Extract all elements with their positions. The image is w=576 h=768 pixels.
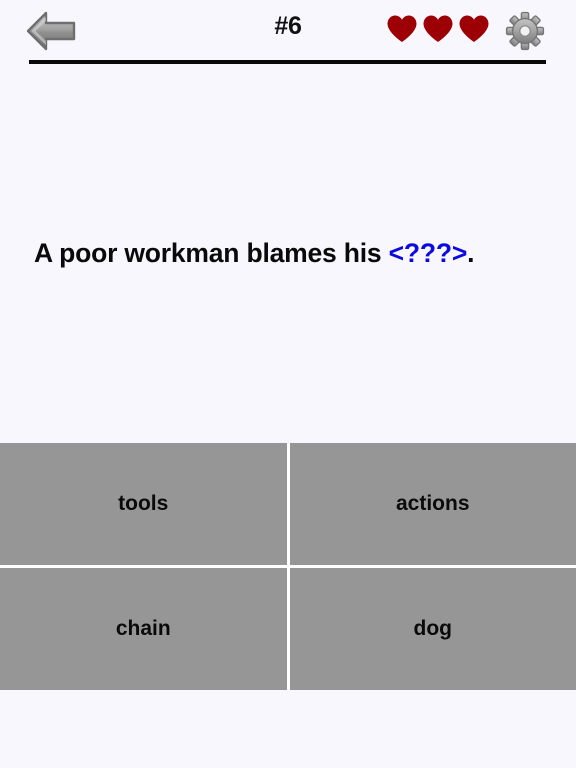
question-blank: <???>	[388, 238, 468, 269]
question-suffix: .	[467, 238, 475, 269]
answer-button-1[interactable]: tools	[0, 443, 287, 565]
question-prefix: A poor workman blames his	[34, 238, 389, 269]
settings-button[interactable]	[503, 11, 547, 51]
lives-indicator	[386, 14, 490, 44]
question-area: A poor workman blames his <???>.	[0, 64, 576, 443]
heart-icon	[422, 14, 454, 44]
app-root: #6 A poor workman blames his <???>. tool…	[0, 0, 576, 768]
answer-label: actions	[395, 492, 470, 515]
answer-label: tools	[118, 492, 169, 515]
answer-label: chain	[115, 617, 171, 640]
answer-label: dog	[413, 617, 452, 640]
answer-button-2[interactable]: actions	[289, 443, 576, 565]
heart-icon	[386, 14, 418, 44]
question-text: A poor workman blames his <???>.	[0, 236, 576, 270]
answer-button-3[interactable]: chain	[0, 568, 287, 690]
gear-icon	[505, 11, 545, 51]
header-bar: #6	[0, 0, 576, 64]
answer-button-4[interactable]: dog	[289, 568, 576, 690]
heart-icon	[458, 14, 490, 44]
footer-spacer	[0, 690, 576, 768]
answer-options-grid: tools actions chain dog	[0, 443, 576, 690]
